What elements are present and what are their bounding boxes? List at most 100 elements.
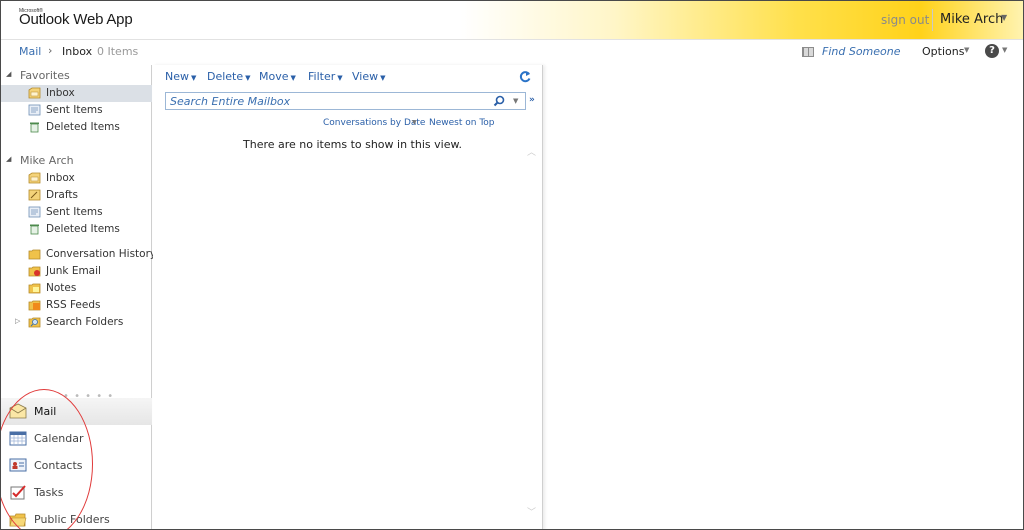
nav-tasks-button[interactable]: Tasks [1,479,152,506]
breadcrumb-separator-icon: › [48,44,53,57]
scroll-up-icon[interactable]: ︿ [527,145,536,158]
collapse-triangle-icon[interactable]: ◢ [6,70,11,78]
nav-label: Tasks [34,486,64,499]
refresh-icon[interactable] [519,70,531,83]
folder-notes[interactable]: Notes [1,280,152,297]
folder-label: Drafts [46,189,78,201]
chevron-down-icon[interactable]: ▼ [964,46,969,54]
scroll-down-icon[interactable]: ﹀ [527,505,536,518]
sort-by-menu[interactable]: Conversations by Date [323,118,425,128]
chevron-down-icon: ▼ [337,74,343,82]
sort-order-toggle[interactable]: Newest on Top [429,118,495,128]
folder-junk-email[interactable]: Junk Email [1,263,152,280]
folder-search-folders[interactable]: ▷ Search Folders [1,314,152,331]
junk-email-icon [28,266,41,277]
sign-out-link[interactable]: sign out [881,13,929,27]
expand-search-icon[interactable]: » [529,95,535,105]
user-name-menu[interactable]: Mike Arch [940,12,1003,27]
search-icon[interactable] [493,95,505,107]
chevron-down-icon: ▼ [245,74,251,82]
folder-sent-items[interactable]: Sent Items [1,204,152,221]
folder-conversation-history[interactable]: Conversation History [1,246,156,263]
favorite-folder-inbox[interactable]: Inbox [1,85,152,102]
collapse-triangle-icon[interactable]: ◢ [6,155,11,163]
favorites-header[interactable]: ◢ Favorites [1,68,152,84]
folder-deleted-items[interactable]: Deleted Items [1,221,152,238]
tasks-icon [10,485,26,500]
nav-label: Contacts [34,459,83,472]
folder-drafts[interactable]: Drafts [1,187,152,204]
filter-menu-button[interactable]: Filter ▼ [308,70,343,83]
sent-items-icon [28,206,41,218]
chevron-down-icon: ▼ [290,74,296,82]
message-toolbar: New ▼ Delete ▼ Move ▼ Filter ▼ View ▼ [153,65,543,87]
chevron-down-icon[interactable]: ▼ [513,97,518,105]
nav-label: Mail [34,405,57,418]
chevron-down-icon: ▼ [380,74,386,82]
folder-label: Inbox [46,87,75,99]
search-folder-icon [28,317,41,328]
app-header: Microsoft® Outlook Web App sign out Mike… [1,1,1023,39]
empty-list-message: There are no items to show in this view. [243,138,462,151]
nav-public-folders-button[interactable]: Public Folders [1,506,152,529]
nav-mail-button[interactable]: Mail [1,398,152,425]
folder-label: Deleted Items [46,223,120,235]
sort-bar: Conversations by Date ▼ Newest on Top [153,117,543,131]
nav-calendar-button[interactable]: Calendar [1,425,152,452]
expand-arrow-icon[interactable]: ▷ [15,317,20,325]
nav-label: Calendar [34,432,84,445]
view-menu-button[interactable]: View ▼ [352,70,386,83]
filter-label: Filter [308,70,336,83]
chevron-down-icon[interactable]: ▼ [412,119,417,126]
contacts-icon [9,458,27,472]
chevron-down-icon[interactable]: ▼ [1002,46,1007,54]
search-box: ▼ [165,92,526,110]
mail-icon [9,403,27,419]
delete-menu-button[interactable]: Delete ▼ [207,70,251,83]
breadcrumb-bar: Mail › Inbox 0 Items Find Someone Option… [1,39,1023,65]
sent-items-icon [28,104,41,116]
deleted-items-icon [30,122,39,133]
drafts-icon [28,189,41,201]
chevron-down-icon: ▼ [191,74,197,82]
deleted-items-icon [30,224,39,235]
find-someone-link[interactable]: Find Someone [822,45,901,58]
breadcrumb-current-folder: Inbox [62,45,93,58]
app-window: Microsoft® Outlook Web App sign out Mike… [0,0,1024,530]
public-folders-icon [9,513,27,527]
message-list-pane: New▼ Delete▼ Move▼ Filter▼ View▼ ▼ » Con… [153,65,543,529]
folder-icon [28,249,41,260]
folder-navigation-pane: ◢ Favorites Inbox Sent Items Deleted Ite… [1,65,156,529]
folder-rss-feeds[interactable]: RSS Feeds [1,297,152,314]
calendar-icon [9,431,27,446]
folder-label: RSS Feeds [46,299,101,311]
breadcrumb-mail-link[interactable]: Mail [19,45,41,58]
folder-label: Inbox [46,172,75,184]
folder-label: Notes [46,282,77,294]
new-menu-button[interactable]: New ▼ [165,70,196,83]
options-menu[interactable]: Options [922,45,964,58]
new-label: New [165,70,189,83]
folder-label: Deleted Items [46,121,120,133]
nav-contacts-button[interactable]: Contacts [1,452,152,479]
notes-icon [28,283,41,294]
move-menu-button[interactable]: Move ▼ [259,70,296,83]
nav-label: Public Folders [34,513,110,526]
address-book-icon[interactable] [801,46,815,58]
app-logo[interactable]: Outlook Web App [19,11,133,28]
inbox-folder-icon [28,172,41,184]
chevron-down-icon[interactable]: ▼ [1001,13,1007,22]
favorites-title: Favorites [20,69,70,82]
folder-inbox[interactable]: Inbox [1,170,152,187]
folder-label: Junk Email [46,265,101,277]
folder-label: Sent Items [46,206,103,218]
inbox-folder-icon [28,87,41,99]
search-input[interactable] [170,94,480,108]
favorite-folder-sent-items[interactable]: Sent Items [1,102,152,119]
mailbox-header[interactable]: ◢ Mike Arch [1,153,152,169]
favorite-folder-deleted-items[interactable]: Deleted Items [1,119,152,136]
rss-icon [28,300,41,311]
move-label: Move [259,70,289,83]
delete-label: Delete [207,70,244,83]
help-icon[interactable]: ? [985,44,999,58]
